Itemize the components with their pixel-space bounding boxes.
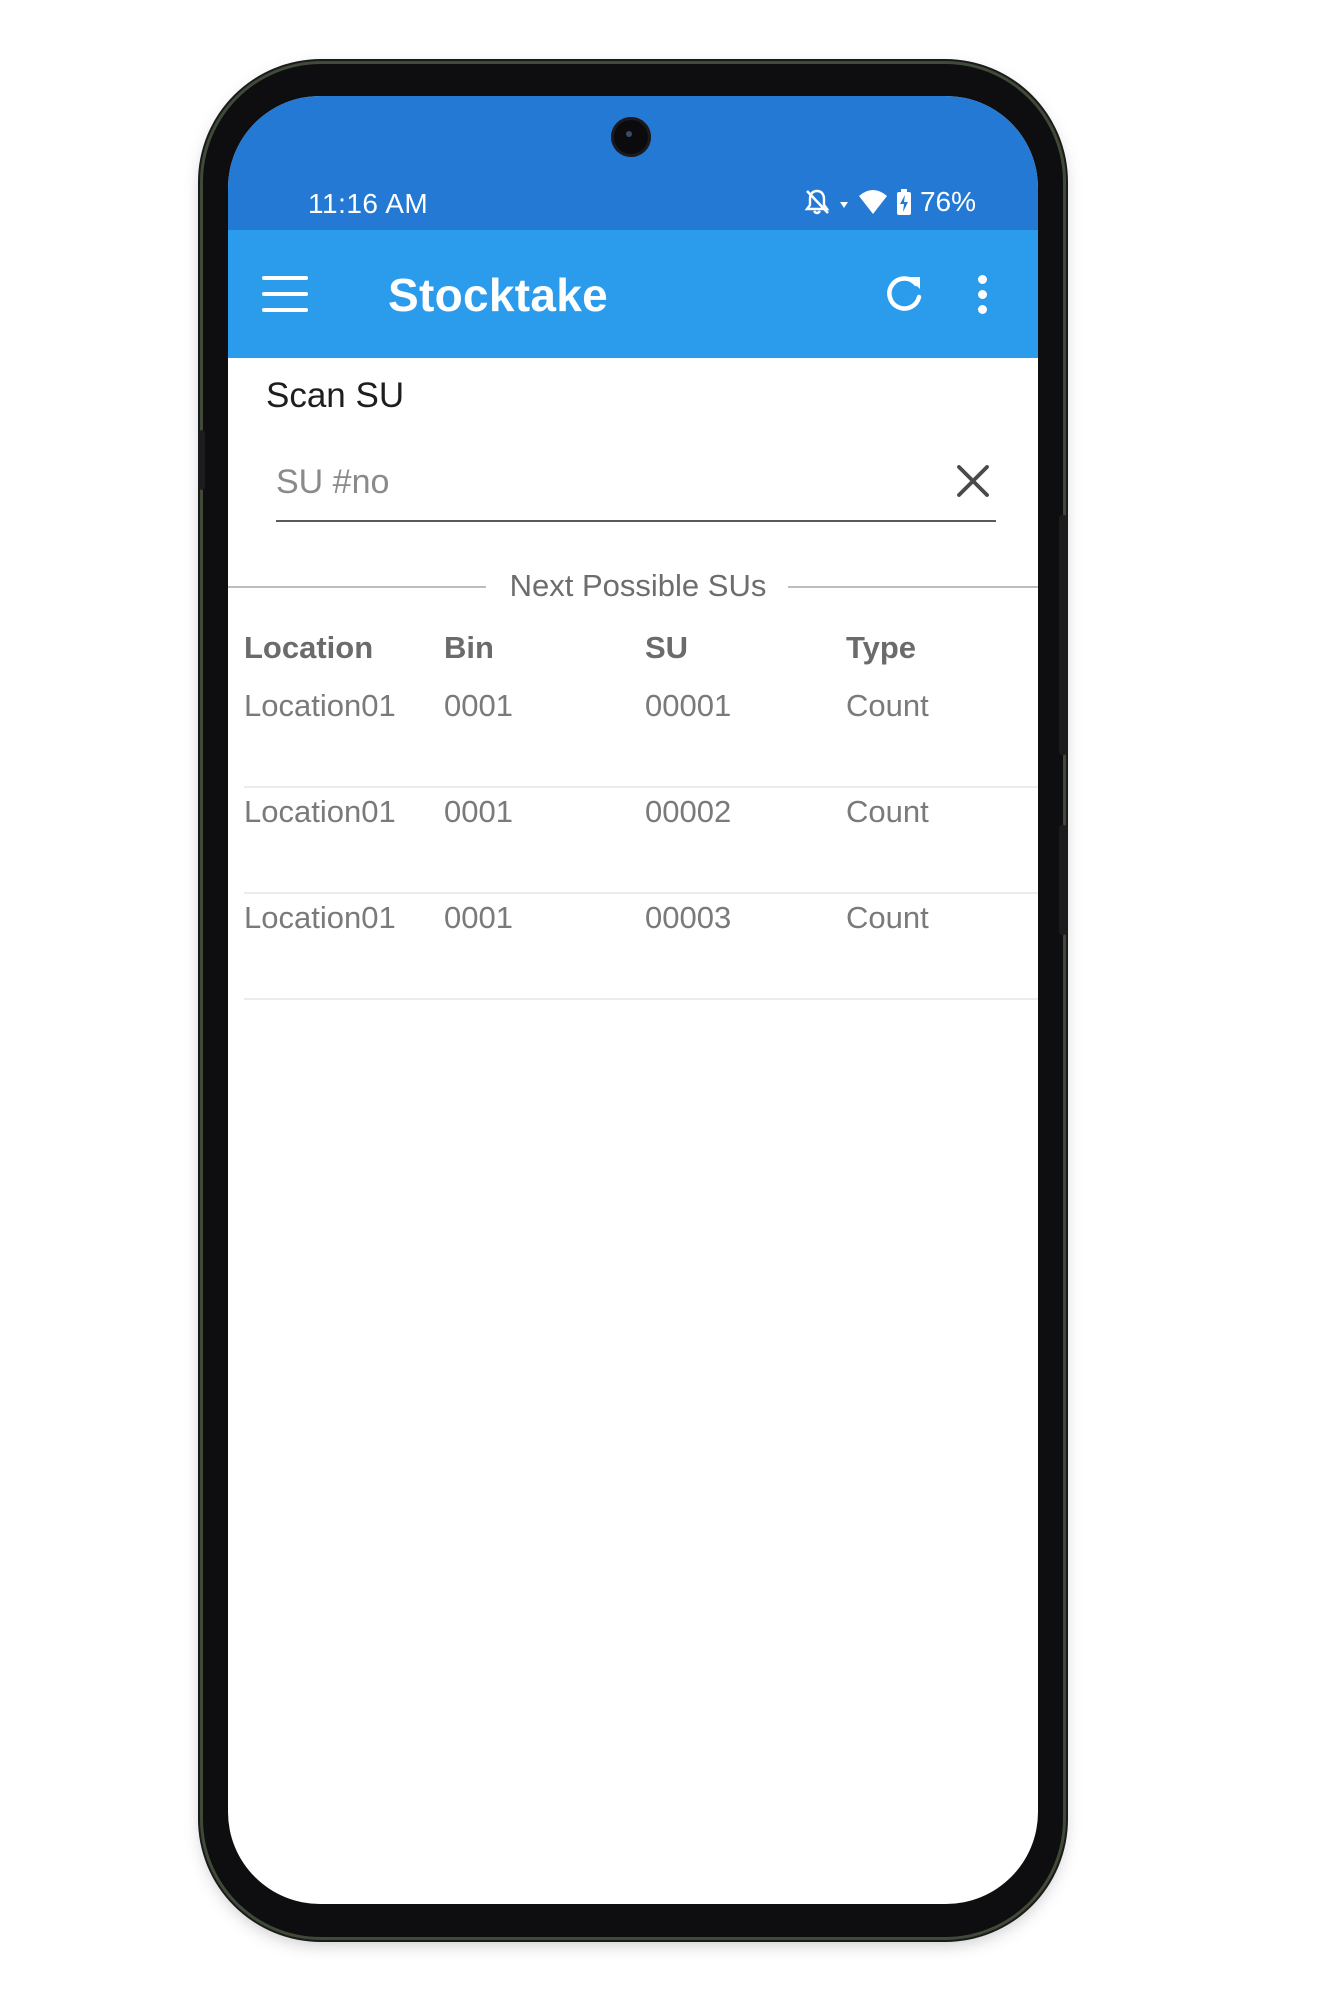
phone-screen: 11:16 AM 76% Stocktake Scan SU SU #no Ne…	[228, 96, 1038, 1904]
next-sus-table: Location Bin SU Type Location01 0001 000…	[244, 630, 1038, 1000]
cell-type: Count	[846, 794, 929, 829]
side-button-left	[199, 430, 205, 490]
screenshot-stage: 11:16 AM 76% Stocktake Scan SU SU #no Ne…	[0, 0, 1333, 2000]
cell-bin: 0001	[444, 688, 513, 723]
section-title: Next Possible SUs	[509, 568, 767, 603]
cell-type: Count	[846, 688, 929, 723]
next-sus-divider: Next Possible SUs	[228, 566, 1038, 606]
battery-charging-icon	[896, 189, 911, 215]
volume-button	[1059, 515, 1067, 755]
refresh-icon	[887, 276, 922, 311]
cell-su: 00001	[645, 688, 732, 723]
clear-input-button[interactable]	[954, 462, 992, 500]
wifi-icon	[858, 190, 887, 214]
notifications-off-icon	[804, 189, 830, 215]
cell-location: Location01	[244, 794, 396, 829]
column-header-type: Type	[846, 630, 917, 665]
cell-location: Location01	[244, 900, 396, 935]
signal-arrows-icon	[839, 202, 848, 208]
su-number-input[interactable]	[276, 452, 916, 512]
cell-su: 00003	[645, 900, 732, 935]
table-row[interactable]: Location01 0001 00003 Count	[244, 894, 1038, 1000]
column-header-su: SU	[645, 630, 689, 665]
power-button	[1059, 825, 1067, 935]
column-header-location: Location	[244, 630, 374, 665]
battery-percentage: 76%	[919, 186, 976, 217]
status-time: 11:16 AM	[308, 188, 429, 219]
cell-su: 00002	[645, 794, 732, 829]
cell-type: Count	[846, 900, 929, 935]
scan-su-label: Scan SU	[266, 376, 405, 415]
front-camera	[611, 117, 651, 157]
column-header-bin: Bin	[444, 630, 494, 665]
menu-button[interactable]	[262, 272, 310, 316]
app-title: Stocktake	[388, 269, 609, 321]
status-bar: 11:16 AM 76%	[228, 96, 1038, 230]
divider-line-left	[228, 586, 486, 588]
divider-line-right	[788, 586, 1038, 588]
table-header: Location Bin SU Type	[244, 630, 1038, 682]
cell-bin: 0001	[444, 900, 513, 935]
table-row[interactable]: Location01 0001 00001 Count	[244, 682, 1038, 788]
close-icon	[957, 465, 989, 497]
status-icons: 76%	[804, 186, 976, 218]
su-input-container	[276, 448, 996, 522]
table-row[interactable]: Location01 0001 00002 Count	[244, 788, 1038, 894]
refresh-button[interactable]	[880, 270, 928, 318]
cell-bin: 0001	[444, 794, 513, 829]
cell-location: Location01	[244, 688, 396, 723]
app-bar: Stocktake	[228, 230, 1038, 358]
more-options-button[interactable]	[970, 270, 994, 318]
